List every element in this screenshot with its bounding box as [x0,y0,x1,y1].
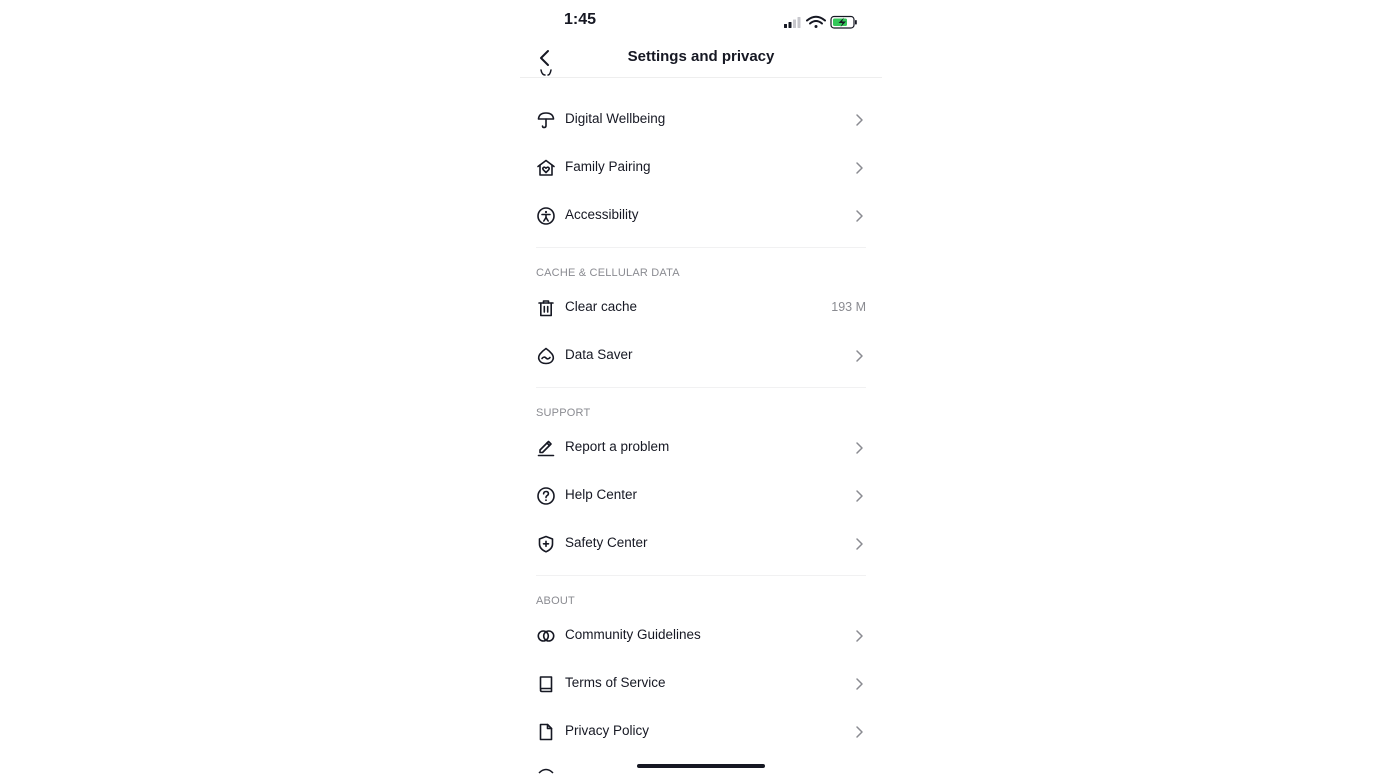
settings-item-privacy-policy[interactable]: Privacy Policy [536,712,866,752]
chevron-right-icon [852,348,866,364]
settings-item-family-pairing[interactable]: Family Pairing [536,148,866,188]
chevron-right-icon [852,676,866,692]
section-header-support: SUPPORT [536,407,591,419]
settings-item-report-problem[interactable]: Report a problem [536,428,866,468]
wifi-icon [806,15,826,28]
settings-item-accessibility[interactable]: Accessibility [536,196,866,236]
settings-item-label: Clear cache [565,299,638,314]
settings-item-label: Terms of Service [565,675,666,690]
section-divider [536,247,866,248]
settings-item-clear-cache[interactable]: Clear cache 193 M [536,288,866,328]
settings-item-label: Community Guidelines [565,627,701,642]
nav-divider [520,77,882,78]
settings-item-label: Privacy Policy [565,723,650,738]
settings-item-data-saver[interactable]: Data Saver [536,336,866,376]
settings-item-label: Accessibility [565,207,639,222]
chevron-right-icon [852,160,866,176]
chevron-right-icon [852,724,866,740]
page-title: Settings and privacy [627,48,775,65]
chevron-right-icon [852,628,866,644]
shield-plus-icon [536,534,556,554]
partial-icon [536,768,556,774]
settings-item-community-guidelines[interactable]: Community Guidelines [536,616,866,656]
settings-item-terms-of-service[interactable]: Terms of Service [536,664,866,704]
rings-icon [536,626,556,646]
chevron-right-icon [852,488,866,504]
settings-item-label: Safety Center [565,535,648,550]
document-icon [536,722,556,742]
book-icon [536,674,556,694]
status-time: 1:45 [564,11,597,28]
accessibility-icon [536,206,556,226]
settings-screen: 1:45 Settings and privacy Digital Wellbe… [520,0,882,774]
trash-icon [536,298,556,318]
settings-item-label: Help Center [565,487,638,502]
chevron-right-icon [852,208,866,224]
section-header-about: ABOUT [536,595,575,607]
pencil-icon [536,438,556,458]
home-indicator[interactable] [637,764,765,768]
family-house-icon [536,158,556,178]
status-icons [782,12,862,32]
settings-item-label: Family Pairing [565,159,651,174]
settings-item-safety-center[interactable]: Safety Center [536,524,866,564]
chevron-right-icon [852,536,866,552]
cellular-signal-icon [784,17,801,28]
settings-item-digital-wellbeing[interactable]: Digital Wellbeing [536,100,866,140]
battery-charging-icon [830,15,857,29]
page: 1:45 Settings and privacy Digital Wellbe… [0,0,1400,774]
settings-item-label: Digital Wellbeing [565,111,666,126]
chevron-right-icon [852,112,866,128]
section-header-cache: CACHE & CELLULAR DATA [536,267,680,279]
question-circle-icon [536,486,556,506]
settings-item-label: Data Saver [565,347,633,362]
umbrella-icon [536,110,556,130]
settings-item-help-center[interactable]: Help Center [536,476,866,516]
section-divider [536,575,866,576]
data-saver-icon [536,346,556,366]
section-divider [536,387,866,388]
chevron-right-icon [852,440,866,456]
cache-size-value: 193 M [831,300,866,314]
settings-item-label: Report a problem [565,439,670,454]
